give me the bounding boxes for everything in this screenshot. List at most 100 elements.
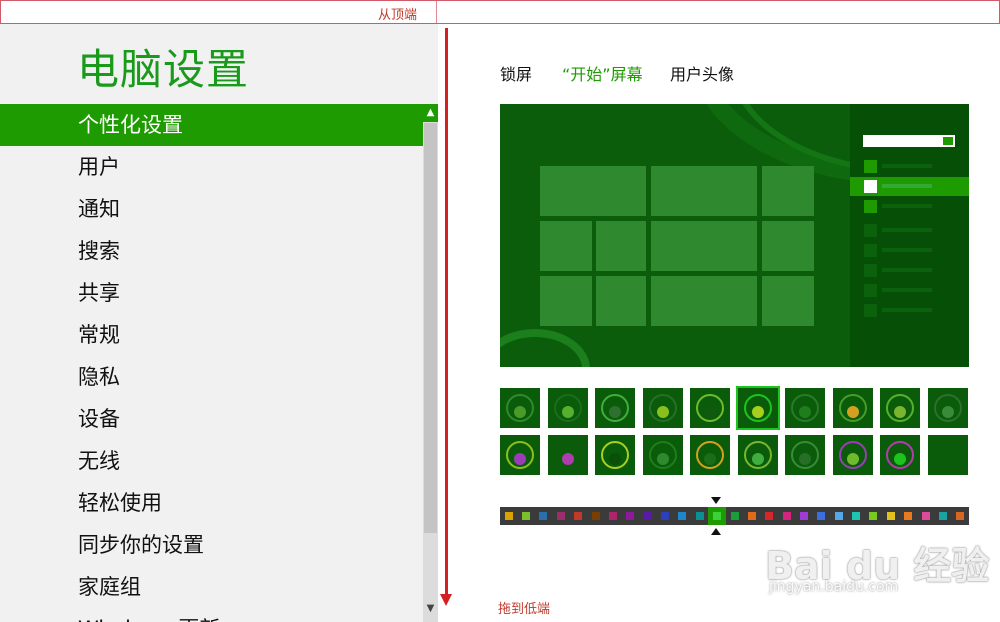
- nav-item[interactable]: 用户: [0, 146, 423, 188]
- nav-item[interactable]: 搜索: [0, 230, 423, 272]
- thumb-pattern-dot: [751, 406, 764, 418]
- nav-item[interactable]: 轻松使用: [0, 482, 423, 524]
- thumb-pattern-dot: [894, 453, 906, 465]
- color-swatch[interactable]: [869, 512, 878, 520]
- preview-charm-square: [864, 160, 877, 173]
- background-pattern-thumb[interactable]: [547, 388, 588, 428]
- color-swatch-selected[interactable]: [708, 507, 727, 525]
- arrow-head-icon: [440, 594, 452, 606]
- color-swatch[interactable]: [504, 512, 513, 520]
- arrow-down-icon: [445, 28, 448, 598]
- nav-item[interactable]: 隐私: [0, 356, 423, 398]
- thumb-pattern-dot: [609, 406, 621, 418]
- preview-tile: [540, 276, 592, 326]
- nav-item[interactable]: 同步你的设置: [0, 524, 423, 566]
- color-swatch[interactable]: [608, 512, 617, 520]
- color-swatch[interactable]: [852, 512, 861, 520]
- color-swatch[interactable]: [643, 512, 652, 520]
- color-swatch[interactable]: [747, 512, 756, 520]
- preview-charm-square: [864, 304, 877, 317]
- color-swatch[interactable]: [765, 512, 774, 520]
- background-pattern-thumb[interactable]: [642, 388, 683, 428]
- background-pattern-thumb[interactable]: [500, 435, 540, 475]
- background-pattern-thumb[interactable]: [642, 435, 683, 475]
- scrollbar-thumb[interactable]: [424, 123, 437, 533]
- preview-charm-square: [864, 200, 877, 213]
- background-pattern-thumb[interactable]: [927, 435, 968, 475]
- background-pattern-thumb[interactable]: [785, 388, 825, 428]
- color-swatch[interactable]: [661, 512, 670, 520]
- nav-item[interactable]: 个性化设置: [0, 104, 423, 146]
- thumb-pattern-dot: [704, 406, 716, 418]
- top-bar-divider: [436, 1, 437, 23]
- thumb-pattern-dot: [894, 406, 906, 418]
- chevron-up-icon[interactable]: ▲: [423, 104, 438, 122]
- preview-charm-line: [882, 308, 932, 312]
- preview-charm-line: [882, 288, 932, 292]
- color-swatch[interactable]: [938, 512, 947, 520]
- thumb-pattern-dot: [846, 406, 859, 418]
- background-pattern-thumb[interactable]: [785, 435, 825, 475]
- background-pattern-thumb[interactable]: [500, 388, 540, 428]
- color-swatch[interactable]: [556, 512, 565, 520]
- background-pattern-thumb[interactable]: [690, 435, 730, 475]
- caret-up-icon: [711, 528, 721, 535]
- background-pattern-thumb[interactable]: [880, 388, 920, 428]
- preview-charm-line: [882, 228, 932, 232]
- preview-charm-square: [864, 180, 877, 193]
- nav-item[interactable]: 无线: [0, 440, 423, 482]
- sidebar-scrollbar[interactable]: ▲ ▼: [423, 104, 438, 622]
- preview-tile: [540, 166, 646, 216]
- tab-account-picture[interactable]: 用户头像: [670, 61, 734, 85]
- color-swatch[interactable]: [956, 512, 965, 520]
- color-swatch[interactable]: [799, 512, 808, 520]
- preview-charm-bar-accent: [942, 136, 954, 146]
- thumb-pattern-dot: [656, 453, 669, 465]
- background-pattern-thumb[interactable]: [690, 388, 730, 428]
- color-swatch[interactable]: [782, 512, 791, 520]
- background-pattern-thumb[interactable]: [735, 386, 780, 430]
- nav-item[interactable]: 设备: [0, 398, 423, 440]
- nav-item[interactable]: 家庭组: [0, 566, 423, 608]
- nav-item[interactable]: 常规: [0, 314, 423, 356]
- tab-start-screen[interactable]: “开始”屏幕: [562, 61, 643, 85]
- color-swatch[interactable]: [886, 512, 895, 520]
- thumb-pattern-dot: [799, 453, 811, 465]
- preview-charm-line: [882, 164, 932, 168]
- background-pattern-thumb[interactable]: [880, 435, 920, 475]
- preview-tile: [596, 276, 646, 326]
- background-pattern-thumb[interactable]: [832, 435, 873, 475]
- nav-item[interactable]: Windows 更新: [0, 608, 423, 622]
- settings-sidebar: 电脑设置 个性化设置 用户 通知 搜索 共享 常规 隐私 设备 无线 轻松使用 …: [0, 24, 438, 622]
- color-swatch[interactable]: [904, 512, 913, 520]
- nav-item[interactable]: 共享: [0, 272, 423, 314]
- background-pattern-thumb[interactable]: [927, 388, 968, 428]
- color-swatch[interactable]: [834, 512, 843, 520]
- watermark-url: jingyan.baidu.com: [769, 579, 899, 595]
- color-swatch[interactable]: [695, 512, 704, 520]
- color-swatch[interactable]: [817, 512, 826, 520]
- chevron-down-icon[interactable]: ▼: [423, 600, 438, 618]
- tab-lock-screen[interactable]: 锁屏: [500, 61, 532, 85]
- color-swatch[interactable]: [730, 512, 739, 520]
- preview-tile: [762, 166, 814, 216]
- background-pattern-thumb[interactable]: [595, 388, 635, 428]
- preview-charm-line: [882, 204, 932, 208]
- color-swatch[interactable]: [626, 512, 635, 520]
- color-swatch-selected-inner: [713, 512, 722, 520]
- background-pattern-thumb[interactable]: [832, 388, 873, 428]
- page-title: 电脑设置: [77, 45, 250, 94]
- color-swatch[interactable]: [574, 512, 583, 520]
- color-strip[interactable]: [500, 507, 969, 525]
- color-swatch[interactable]: [921, 512, 930, 520]
- color-swatch[interactable]: [678, 512, 687, 520]
- color-swatch[interactable]: [539, 512, 548, 520]
- preview-charm-square: [864, 224, 877, 237]
- nav-item[interactable]: 通知: [0, 188, 423, 230]
- color-swatch[interactable]: [522, 512, 531, 520]
- background-pattern-thumb[interactable]: [595, 435, 635, 475]
- background-pattern-thumb[interactable]: [547, 435, 588, 475]
- top-annotation-label: 从顶端: [378, 8, 418, 23]
- background-pattern-thumb[interactable]: [737, 435, 778, 475]
- color-swatch[interactable]: [591, 512, 600, 520]
